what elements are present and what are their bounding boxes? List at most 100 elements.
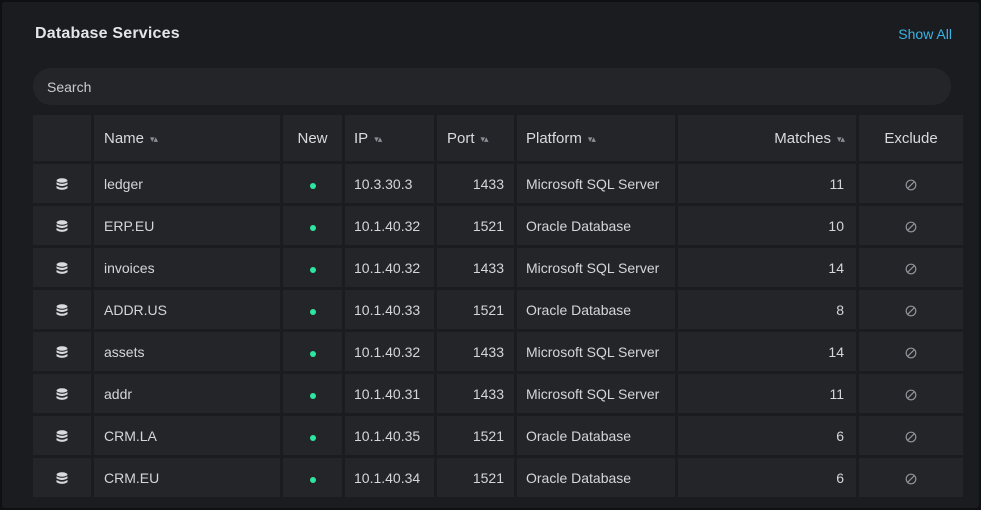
header-matches[interactable]: Matches ▾▴ [678,115,856,161]
table-row[interactable]: CRM.EU 10.1.40.34 1521 Oracle Database 6 [33,458,963,497]
table-row[interactable]: invoices 10.1.40.32 1433 Microsoft SQL Serv… [33,248,963,287]
port-cell: 1433 [437,248,514,287]
header-name[interactable]: Name ▾▴ [94,115,280,161]
sort-icon: ▾▴ [836,133,845,144]
name-cell[interactable]: ERP.EU [94,206,280,245]
table-row[interactable]: ERP.EU 10.1.40.32 1521 Oracle Database 10 [33,206,963,245]
exclude-cell[interactable] [859,290,963,329]
name-cell[interactable]: ADDR.US [94,290,280,329]
new-indicator-dot [309,350,316,357]
name-cell[interactable]: ledger [94,164,280,203]
name-cell[interactable]: assets [94,332,280,371]
database-services-table: Name ▾▴ New IP ▾▴ Port ▾▴ Platform ▾▴ Matche… [30,112,966,500]
database-icon [56,303,68,316]
new-cell [283,458,342,497]
exclude-icon[interactable] [905,431,917,443]
platform-cell: Oracle Database [517,206,675,245]
matches-cell: 6 [678,416,856,455]
port-cell: 1521 [437,416,514,455]
ip-cell: 10.1.40.32 [345,248,434,287]
table-row[interactable]: ADDR.US 10.1.40.33 1521 Oracle Database 8 [33,290,963,329]
platform-cell: Microsoft SQL Server [517,248,675,287]
exclude-icon[interactable] [905,179,917,191]
search-input[interactable] [33,68,951,105]
ip-cell: 10.1.40.31 [345,374,434,413]
table-header-row: Name ▾▴ New IP ▾▴ Port ▾▴ Platform ▾▴ Matche… [33,115,963,161]
platform-cell: Oracle Database [517,458,675,497]
platform-cell: Oracle Database [517,416,675,455]
sort-icon: ▾▴ [587,133,596,144]
header-exclude-label: Exclude [884,129,938,147]
database-icon [56,471,68,484]
show-all-link[interactable]: Show All [898,26,952,42]
port-cell: 1521 [437,206,514,245]
new-cell [283,416,342,455]
header-new-label: New [297,129,328,147]
ip-cell: 10.3.30.3 [345,164,434,203]
header-platform[interactable]: Platform ▾▴ [517,115,675,161]
matches-cell: 8 [678,290,856,329]
exclude-cell[interactable] [859,164,963,203]
exclude-cell[interactable] [859,458,963,497]
new-indicator-dot [309,224,316,231]
exclude-cell[interactable] [859,416,963,455]
table-row[interactable]: CRM.LA 10.1.40.35 1521 Oracle Database 6 [33,416,963,455]
exclude-cell[interactable] [859,332,963,371]
port-cell: 1433 [437,374,514,413]
database-icon [56,261,68,274]
port-cell: 1521 [437,458,514,497]
ip-cell: 10.1.40.32 [345,206,434,245]
name-cell[interactable]: CRM.LA [94,416,280,455]
platform-cell: Microsoft SQL Server [517,332,675,371]
new-indicator-dot [309,392,316,399]
new-cell [283,332,342,371]
exclude-icon[interactable] [905,389,917,401]
name-cell[interactable]: addr [94,374,280,413]
database-icon [56,387,68,400]
header-ip[interactable]: IP ▾▴ [345,115,434,161]
row-icon-cell [33,416,91,455]
sort-icon: ▾▴ [150,133,158,144]
header-exclude: Exclude [859,115,963,161]
header-port-label: Port [447,129,475,147]
header-new: New [283,115,342,161]
row-icon-cell [33,164,91,203]
ip-cell: 10.1.40.34 [345,458,434,497]
header-platform-label: Platform [526,129,582,147]
platform-cell: Oracle Database [517,290,675,329]
new-cell [283,290,342,329]
exclude-cell[interactable] [859,206,963,245]
matches-cell: 14 [678,332,856,371]
port-cell: 1433 [437,332,514,371]
exclude-icon[interactable] [905,305,917,317]
row-icon-cell [33,206,91,245]
exclude-icon[interactable] [905,221,917,233]
database-icon [56,429,68,442]
row-icon-cell [33,248,91,287]
row-icon-cell [33,374,91,413]
header-port[interactable]: Port ▾▴ [437,115,514,161]
name-cell[interactable]: invoices [94,248,280,287]
exclude-cell[interactable] [859,248,963,287]
name-cell[interactable]: CRM.EU [94,458,280,497]
exclude-icon[interactable] [905,473,917,485]
matches-cell: 11 [678,164,856,203]
table-row[interactable]: assets 10.1.40.32 1433 Microsoft SQL Server… [33,332,963,371]
row-icon-cell [33,290,91,329]
matches-cell: 11 [678,374,856,413]
new-cell [283,206,342,245]
table-row[interactable]: ledger 10.3.30.3 1433 Microsoft SQL Server 1… [33,164,963,203]
exclude-cell[interactable] [859,374,963,413]
exclude-icon[interactable] [905,263,917,275]
platform-cell: Microsoft SQL Server [517,374,675,413]
new-indicator-dot [309,434,316,441]
database-icon [56,345,68,358]
new-cell [283,164,342,203]
header-icon-column [33,115,91,161]
ip-cell: 10.1.40.33 [345,290,434,329]
exclude-icon[interactable] [905,347,917,359]
platform-cell: Microsoft SQL Server [517,164,675,203]
new-indicator-dot [309,266,316,273]
table-row[interactable]: addr 10.1.40.31 1433 Microsoft SQL Server 11 [33,374,963,413]
header-ip-label: IP [354,129,369,147]
